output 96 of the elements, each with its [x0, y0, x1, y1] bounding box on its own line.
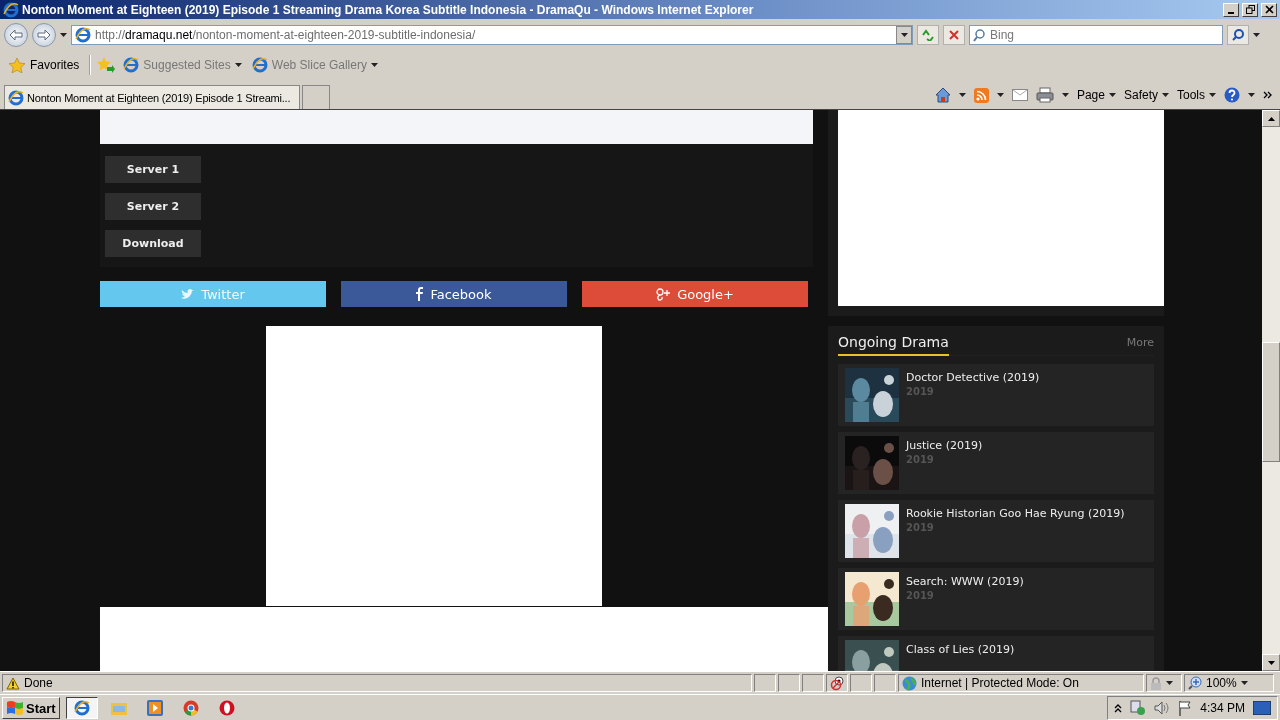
page-icon: [75, 27, 91, 43]
drama-title: Justice (2019): [906, 439, 983, 452]
forward-arrow-icon: [37, 29, 51, 41]
status-cell: [802, 674, 824, 692]
scroll-down-button[interactable]: [1262, 654, 1280, 671]
zoom-icon: [1188, 676, 1202, 690]
section-title: Ongoing Drama: [838, 334, 949, 356]
down-arrow-icon: [1267, 660, 1275, 665]
browser-tab[interactable]: Nonton Moment at Eighteen (2019) Episode 1 Streami...: [4, 85, 300, 109]
server-button[interactable]: Download: [105, 230, 201, 257]
bird-icon: [181, 288, 195, 300]
command-menu[interactable]: Tools: [1177, 88, 1216, 102]
scrollbar-thumb[interactable]: [1262, 342, 1280, 462]
close-icon: [1264, 5, 1274, 14]
refresh-icon: [921, 29, 935, 41]
media-player-icon: [146, 700, 163, 716]
address-field[interactable]: http://dramaqu.net/nonton-moment-at-eighteen-2019-subtitle-indonesia/: [71, 25, 913, 45]
chrome-icon: [182, 700, 199, 716]
caret-icon: [1248, 93, 1255, 97]
google-plus-icon: [656, 287, 671, 301]
ie-icon: [3, 1, 19, 18]
mail-icon[interactable]: [1011, 89, 1028, 101]
share-button[interactable]: Facebook: [341, 281, 567, 307]
caret-icon: [1209, 93, 1216, 97]
back-arrow-icon: [9, 29, 23, 41]
rss-icon[interactable]: [973, 87, 989, 103]
caret-icon: [1166, 681, 1173, 685]
server-button[interactable]: Server 1: [105, 156, 201, 183]
back-button[interactable]: [4, 23, 28, 47]
restore-button[interactable]: [1242, 2, 1258, 17]
drama-title: Doctor Detective (2019): [906, 371, 1040, 384]
drama-title: Search: WWW (2019): [906, 575, 1024, 588]
speaker-icon[interactable]: [1154, 701, 1171, 715]
stop-icon: [949, 30, 959, 40]
start-button[interactable]: Start: [2, 697, 60, 719]
caret-icon: [1061, 93, 1069, 97]
status-cell: [778, 674, 800, 692]
clock-text[interactable]: 4:34 PM: [1200, 701, 1245, 715]
forward-button[interactable]: [32, 23, 56, 47]
page-icon: [123, 57, 140, 73]
folder-icon: [110, 701, 127, 715]
share-button[interactable]: Google+: [582, 281, 808, 307]
more-link[interactable]: More: [1126, 334, 1154, 349]
status-text: Done: [24, 676, 53, 690]
caret-icon: [1162, 93, 1169, 97]
command-menu[interactable]: Safety: [1123, 88, 1169, 102]
page-icon: [251, 57, 268, 73]
server-button[interactable]: Server 2: [105, 193, 201, 220]
caret-icon: [1108, 93, 1116, 97]
caret-icon: [1240, 681, 1248, 685]
warning-icon: [6, 676, 20, 690]
stop-button[interactable]: [943, 25, 965, 45]
zone-text: Internet | Protected Mode: On: [921, 676, 1079, 690]
search-button[interactable]: [1227, 25, 1249, 45]
windows-flag-icon: [6, 700, 24, 716]
search-icon: [973, 29, 985, 42]
drama-card[interactable]: Class of Lies (2019): [838, 636, 1154, 671]
favorites-button[interactable]: Favorites: [5, 57, 84, 73]
scroll-up-button[interactable]: [1262, 110, 1280, 127]
status-cell: [754, 674, 776, 692]
facebook-icon: [416, 287, 424, 301]
caret-icon: [60, 33, 67, 37]
drama-title: Rookie Historian Goo Hae Ryung (2019): [906, 507, 1125, 520]
ie-icon: [73, 700, 90, 716]
opera-icon: [218, 700, 235, 716]
home-icon[interactable]: [934, 87, 951, 103]
caret-icon: [370, 63, 378, 67]
command-menu[interactable]: Page: [1076, 88, 1116, 102]
taskbar-icon[interactable]: [65, 697, 98, 719]
drama-title: Class of Lies (2019): [906, 643, 1015, 656]
window-title: Nonton Moment at Eighteen (2019) Episode 1 Streaming Drama Korea Subtitle Indonesia - DramaQu - Windows Internet Explorer: [22, 2, 755, 17]
caret-icon: [996, 93, 1004, 97]
printer-icon[interactable]: [1035, 87, 1054, 103]
caret-icon: [958, 93, 966, 97]
caret-icon: [234, 63, 242, 67]
chevron-up-icon[interactable]: [1114, 703, 1123, 713]
up-arrow-icon: [1267, 116, 1275, 121]
privacy-icon[interactable]: [830, 675, 844, 691]
restore-icon: [1245, 5, 1255, 14]
flag-icon[interactable]: [1178, 700, 1193, 716]
star-icon: [9, 57, 25, 73]
caret-icon: [900, 33, 908, 37]
refresh-button[interactable]: [917, 25, 939, 45]
caret-icon: [1253, 33, 1260, 37]
status-cell: [850, 674, 872, 692]
globe-icon: [902, 675, 917, 691]
minimize-button[interactable]: [1223, 2, 1239, 17]
page-icon: [8, 89, 24, 106]
search-field[interactable]: Bing: [969, 25, 1223, 45]
help-icon[interactable]: [1224, 87, 1240, 103]
close-button[interactable]: [1261, 2, 1277, 17]
search-icon: [1232, 29, 1244, 41]
minimize-icon: [1228, 11, 1234, 14]
status-cell: [874, 674, 896, 692]
dropdown-button[interactable]: [896, 26, 912, 44]
chevron-icon[interactable]: [1263, 91, 1272, 99]
